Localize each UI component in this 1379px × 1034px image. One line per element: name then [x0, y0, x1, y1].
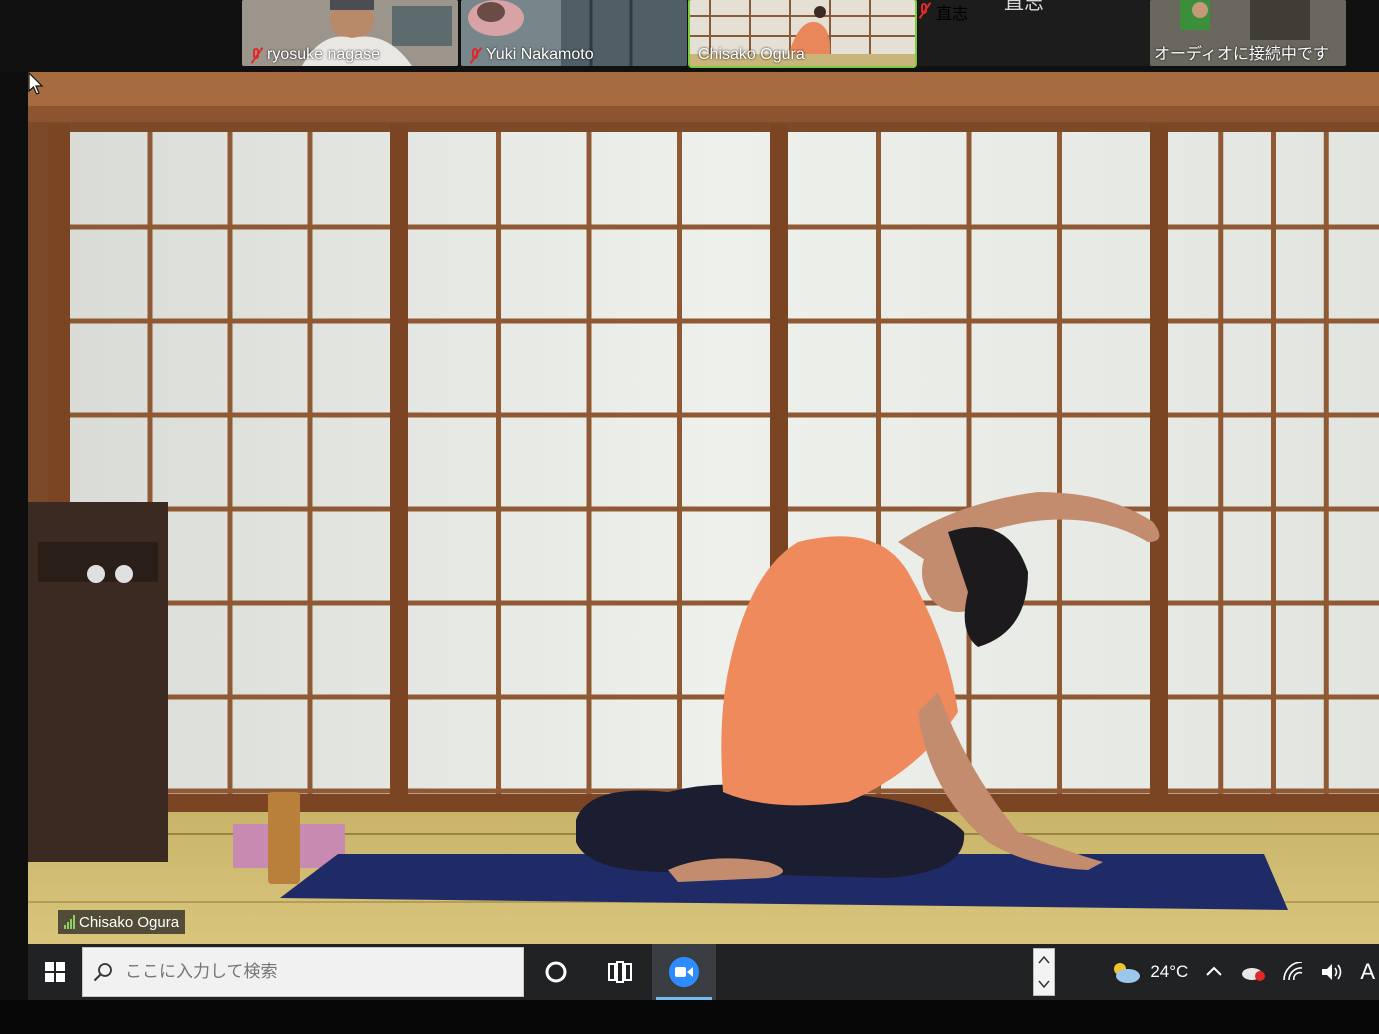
taskbar-search-box[interactable]: [82, 947, 524, 997]
participant-tile-chisako[interactable]: Chisako Ogura: [688, 0, 917, 68]
weather-icon: [1114, 963, 1141, 983]
cortana-icon: [545, 961, 567, 983]
participant-initials: 直志: [1004, 0, 1044, 14]
task-view-icon: [608, 961, 632, 983]
mic-muted-icon: [469, 47, 482, 64]
participant-strip: ryosuke nagase Yuki Nakamoto Chisako Ogu…: [0, 0, 1379, 72]
search-input[interactable]: [123, 961, 507, 983]
wifi-icon[interactable]: [1282, 962, 1304, 982]
onedrive-icon[interactable]: [1240, 962, 1266, 982]
participant-name-label: ryosuke nagase: [250, 46, 380, 64]
screen-bezel-left: [0, 72, 28, 1000]
chevron-updown-icon: [1038, 955, 1050, 989]
participant-name-label: オーディオに接続中です: [1154, 46, 1329, 63]
cortana-button[interactable]: [524, 944, 588, 1000]
taskbar-scroll-control[interactable]: [1033, 948, 1055, 996]
task-view-button[interactable]: [588, 944, 652, 1000]
mouse-cursor-icon: [28, 72, 44, 95]
search-icon: [83, 962, 123, 982]
participant-tile-ryosuke[interactable]: ryosuke nagase: [242, 0, 458, 66]
main-video-scene: [28, 72, 1379, 944]
taskbar: 24°C A: [28, 944, 1379, 1000]
signal-icon: [64, 915, 75, 929]
participant-name-label: Chisako Ogura: [698, 46, 805, 63]
screen-bezel-bottom: [0, 1000, 1379, 1034]
main-video[interactable]: Chisako Ogura: [28, 72, 1379, 944]
start-button[interactable]: [28, 944, 82, 1000]
participant-tile-naoshi[interactable]: 直志 直志: [918, 0, 1156, 66]
participant-name-label: Yuki Nakamoto: [469, 46, 594, 64]
ime-indicator[interactable]: A: [1360, 959, 1375, 985]
zoom-taskbar-button[interactable]: [652, 944, 716, 1000]
volume-icon[interactable]: [1320, 962, 1344, 982]
windows-logo-icon: [45, 962, 65, 982]
participant-tile-connecting[interactable]: オーディオに接続中です: [1150, 0, 1346, 66]
weather-widget[interactable]: 24°C: [1110, 960, 1188, 984]
mic-muted-icon: [250, 47, 263, 64]
chevron-up-icon[interactable]: [1204, 962, 1224, 982]
speaker-name-label: Chisako Ogura: [58, 910, 186, 934]
participant-tile-yuki[interactable]: Yuki Nakamoto: [461, 0, 687, 66]
zoom-icon: [669, 957, 699, 987]
system-tray: 24°C A: [1110, 944, 1379, 1000]
mic-muted-icon: [918, 2, 931, 19]
